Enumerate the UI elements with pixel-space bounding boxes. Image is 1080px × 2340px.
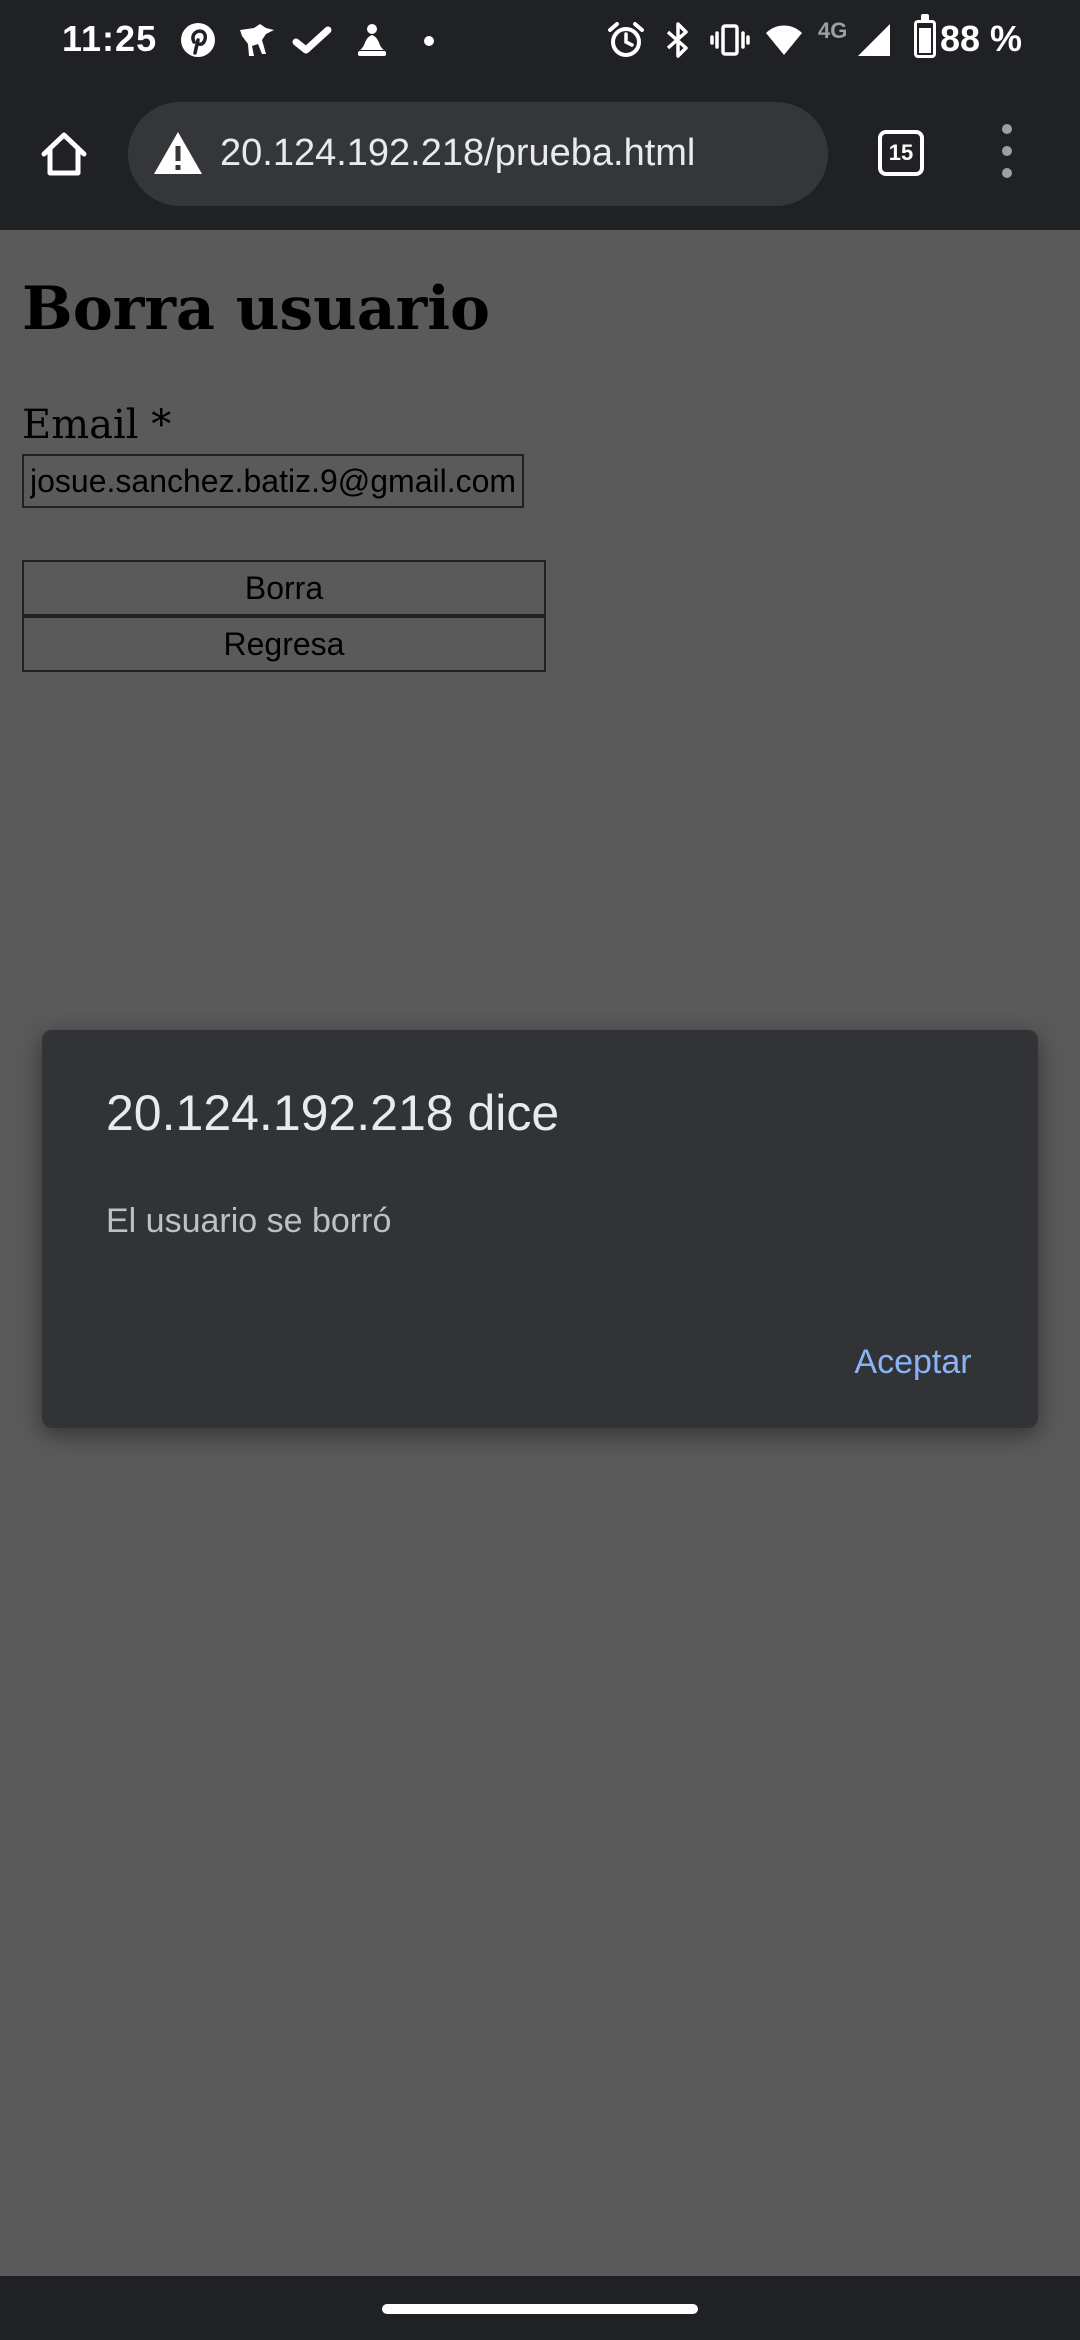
battery-percent: 88 % xyxy=(940,18,1023,59)
menu-dot-icon xyxy=(1002,146,1012,156)
battery-icon xyxy=(914,14,936,58)
home-icon xyxy=(41,132,87,176)
screen: 11:25 4G 88 % 20.124.192.218/prueba.html… xyxy=(0,0,1080,2340)
status-bar: 11:25 4G 88 % xyxy=(0,0,1080,84)
battery-fill xyxy=(919,28,931,53)
page-title: Borra usuario xyxy=(22,274,491,344)
pinterest-icon xyxy=(178,20,218,60)
accept-button[interactable]: Aceptar xyxy=(818,1330,1008,1394)
alarm-icon xyxy=(606,20,646,60)
status-time: 11:25 xyxy=(62,18,158,59)
home-button[interactable] xyxy=(36,126,92,182)
navigation-bar xyxy=(0,2276,1080,2340)
dialog-title: 20.124.192.218 dice xyxy=(106,1085,560,1141)
back-button[interactable]: Regresa xyxy=(22,616,546,672)
wifi-icon xyxy=(764,20,804,60)
overflow-menu-button[interactable] xyxy=(990,124,1024,184)
email-input[interactable] xyxy=(22,454,524,508)
menu-dot-icon xyxy=(1002,168,1012,178)
cell-signal-icon xyxy=(854,20,894,60)
delete-button[interactable]: Borra xyxy=(22,560,546,616)
bluetooth-icon xyxy=(658,20,698,60)
more-notifications-dot xyxy=(424,36,434,46)
home-gesture-handle[interactable] xyxy=(382,2304,698,2314)
dog-app-icon xyxy=(236,20,276,60)
address-bar[interactable]: 20.124.192.218/prueba.html xyxy=(128,102,828,206)
email-label: Email * xyxy=(22,402,172,448)
dialog-message: El usuario se borró xyxy=(106,1202,392,1240)
alert-dialog: 20.124.192.218 dice El usuario se borró … xyxy=(42,1030,1038,1428)
check-app-icon xyxy=(292,20,332,60)
vibrate-icon xyxy=(710,20,750,60)
meditation-app-icon xyxy=(352,20,392,60)
network-type: 4G xyxy=(818,18,848,43)
tab-switcher-button[interactable]: 15 xyxy=(878,130,924,176)
url-text[interactable]: 20.124.192.218/prueba.html xyxy=(220,132,695,175)
browser-toolbar: 20.124.192.218/prueba.html 15 xyxy=(0,84,1080,231)
warning-icon[interactable] xyxy=(152,128,204,180)
menu-dot-icon xyxy=(1002,124,1012,134)
